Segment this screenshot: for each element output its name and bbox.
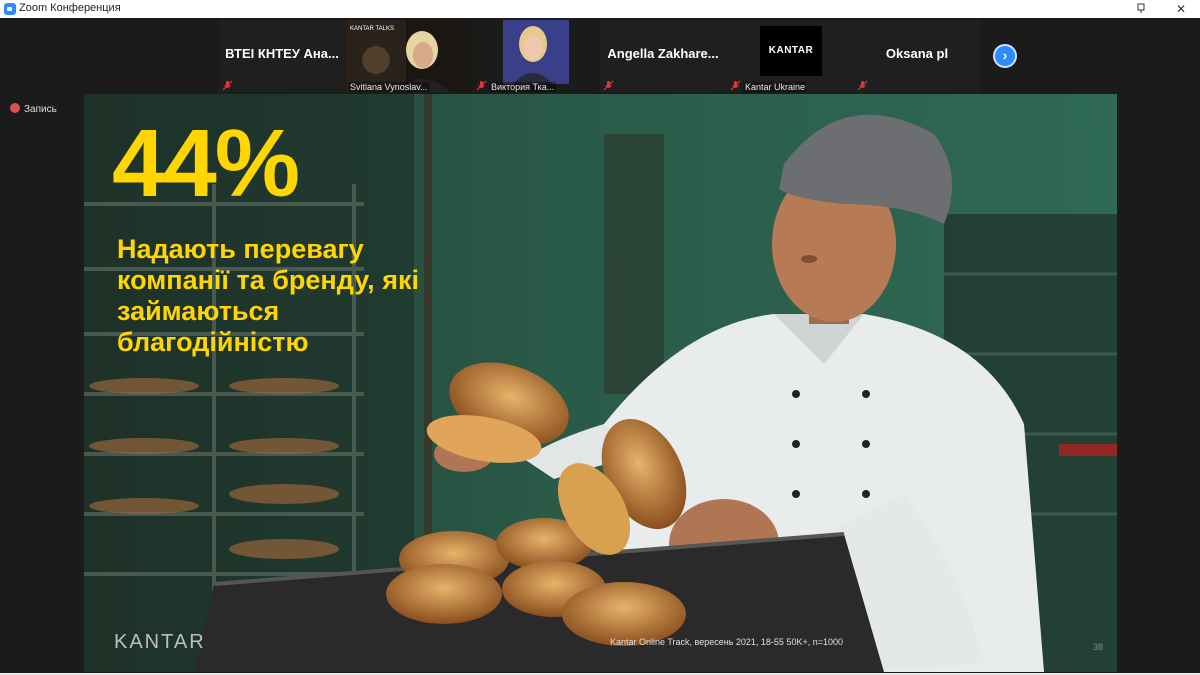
muted-mic-icon [857, 80, 868, 91]
participant-tile[interactable]: Angella Zakhare... [600, 20, 726, 92]
participant-name: Oksana pl [885, 46, 949, 61]
slide-source: Kantar Online Track, вересень 2021, 18-5… [610, 637, 843, 647]
window-titlebar: Zoom Конференция ✕ [0, 0, 1200, 18]
shared-screen-slide: 44% Надають перевагу компанії та бренду,… [84, 94, 1117, 672]
participant-name: Виктория Тка... [489, 82, 557, 92]
muted-mic-icon [222, 80, 233, 91]
slide-subtext: Надають перевагу компанії та бренду, які… [117, 234, 419, 357]
window-title: Zoom Конференция [19, 2, 121, 14]
close-icon[interactable]: ✕ [1166, 0, 1196, 18]
muted-mic-icon [603, 80, 614, 91]
participant-tile[interactable]: Oksana pl [854, 20, 980, 92]
participant-tile[interactable]: KANTAR TALKS Svitlana Vynoslav... [346, 20, 472, 92]
recording-label: Запись [24, 104, 57, 115]
record-dot-icon [10, 103, 20, 114]
participant-name: Svitlana Vynoslav... [348, 82, 430, 92]
video-caption: KANTAR TALKS [350, 26, 395, 32]
recording-indicator[interactable]: Запись [10, 103, 57, 115]
participant-name: Angella Zakhare... [607, 46, 719, 61]
zoom-app-icon [4, 3, 16, 15]
participant-tile[interactable]: Виктория Тка... [473, 20, 599, 92]
kantar-logo: KANTAR [114, 631, 206, 653]
chevron-right-icon[interactable]: › [993, 44, 1017, 68]
participant-name: ВТЕІ КНТЕУ Ана... [225, 46, 339, 61]
participant-tile[interactable]: KANTAR Kantar Ukraine [727, 20, 853, 92]
slide-headline: 44% [112, 110, 300, 217]
muted-mic-icon [730, 80, 741, 91]
slide-page-number: 38 [1092, 642, 1103, 652]
participant-strip: ВТЕІ КНТЕУ Ана... KANTAR TALKS Svitlana … [0, 18, 1200, 94]
pin-icon[interactable] [1126, 0, 1156, 18]
muted-mic-icon [476, 80, 487, 91]
participant-name: Kantar Ukraine [743, 82, 808, 92]
participant-logo: KANTAR [760, 26, 822, 76]
participant-tile[interactable]: ВТЕІ КНТЕУ Ана... [219, 20, 345, 92]
